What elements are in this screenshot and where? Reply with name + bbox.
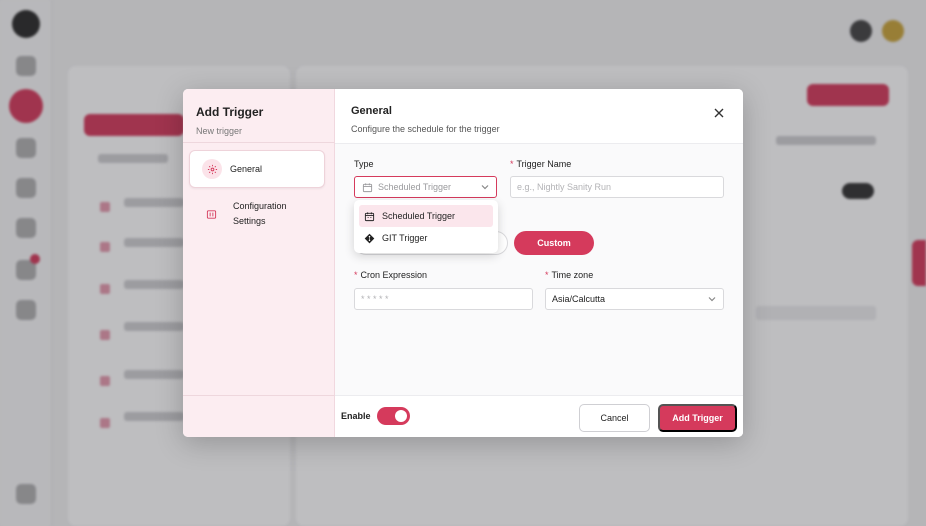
dropdown-option-git-trigger[interactable]: GIT Trigger <box>359 227 493 249</box>
add-trigger-button[interactable]: Add Trigger <box>658 404 737 432</box>
cancel-button[interactable]: Cancel <box>579 404 650 432</box>
calendar-icon <box>364 211 375 222</box>
dropdown-option-scheduled-trigger[interactable]: Scheduled Trigger <box>359 205 493 227</box>
section-subtitle: Configure the schedule for the trigger <box>351 124 500 134</box>
modal-title: Add Trigger <box>196 105 264 119</box>
chevron-down-icon <box>481 185 489 190</box>
nav-item-configuration-settings[interactable]: Configuration Settings <box>189 197 325 231</box>
section-header: General Configure the schedule for the t… <box>335 89 743 144</box>
enable-toggle[interactable] <box>377 407 410 425</box>
nav-item-general[interactable]: General <box>189 150 325 188</box>
modal-subtitle: New trigger <box>196 126 243 136</box>
cron-expression-label: * Cron Expression <box>354 270 428 280</box>
sliders-icon <box>201 204 221 224</box>
nav-item-label: General <box>230 163 263 174</box>
trigger-name-input[interactable] <box>511 182 723 192</box>
cron-expression-input-wrapper <box>354 288 533 310</box>
modal-footer: Enable Cancel Add Trigger <box>335 395 743 437</box>
schedule-option-custom[interactable]: Custom <box>514 231 594 255</box>
section-title: General <box>351 105 392 117</box>
close-icon[interactable] <box>713 107 725 119</box>
time-zone-label: * Time zone <box>545 270 594 280</box>
add-trigger-modal: Add Trigger New trigger General Configur… <box>183 89 743 437</box>
trigger-name-label: * Trigger Name <box>510 159 572 169</box>
type-dropdown-menu: Scheduled Trigger GIT Trigger <box>354 200 498 253</box>
modal-content: General Configure the schedule for the t… <box>335 89 743 437</box>
enable-label: Enable <box>341 411 371 421</box>
trigger-name-input-wrapper <box>510 176 724 198</box>
toggle-knob <box>395 410 407 422</box>
nav-item-label: Configuration Settings <box>233 201 287 226</box>
type-label: Type <box>354 159 374 169</box>
type-select[interactable]: Scheduled Trigger <box>354 176 497 198</box>
dropdown-option-label: Scheduled Trigger <box>382 211 456 221</box>
chevron-down-icon <box>708 297 716 302</box>
calendar-icon <box>362 182 373 193</box>
time-zone-select[interactable]: Asia/Calcutta <box>545 288 724 310</box>
type-select-value: Scheduled Trigger <box>378 182 452 192</box>
modal-sidebar-header: Add Trigger New trigger <box>183 89 334 143</box>
gear-icon <box>202 159 222 179</box>
git-icon <box>364 233 375 244</box>
modal-sidebar: Add Trigger New trigger General Configur… <box>183 89 335 437</box>
cron-expression-input[interactable] <box>355 294 532 304</box>
dropdown-option-label: GIT Trigger <box>382 233 428 243</box>
modal-sidebar-footer <box>183 395 335 437</box>
time-zone-value: Asia/Calcutta <box>552 294 606 304</box>
